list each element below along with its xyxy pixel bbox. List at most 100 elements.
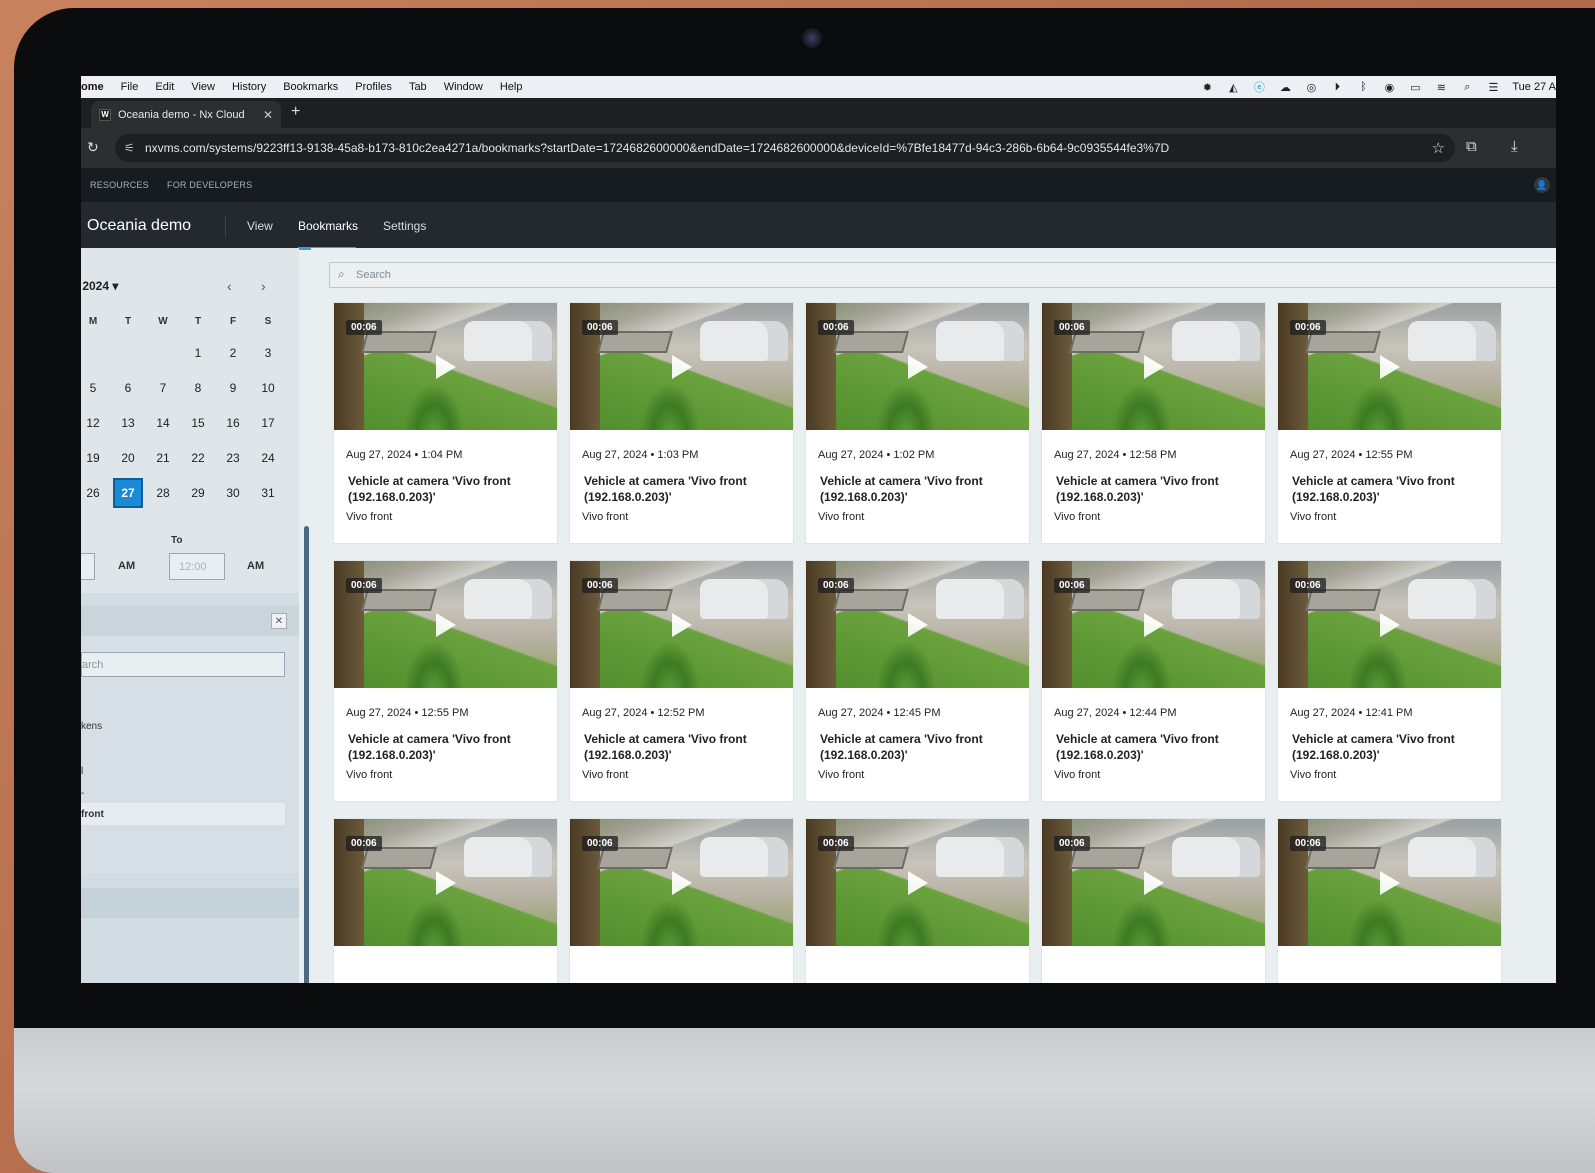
play-icon[interactable] (1380, 613, 1400, 637)
tab-settings[interactable]: Settings (383, 219, 426, 233)
control-center-icon[interactable]: ☰ (1486, 81, 1500, 94)
bookmark-search-input[interactable]: ⌕ Search (329, 262, 1556, 288)
to-ampm-toggle[interactable]: AM (247, 560, 264, 572)
cloud-sync-icon[interactable]: ☁ (1278, 81, 1292, 94)
menu-history[interactable]: History (232, 81, 266, 93)
reload-icon[interactable]: ↻ (87, 139, 99, 156)
calendar-day[interactable]: 31 (253, 478, 283, 508)
play-icon[interactable] (672, 613, 692, 637)
bookmark-card[interactable]: 00:06 Aug 27, 2024 • 12:58 PM Vehicle at c… (1041, 302, 1266, 544)
calendar-day[interactable]: 15 (183, 408, 213, 438)
bookmark-card[interactable]: 00:06 (1277, 818, 1502, 983)
bookmark-thumbnail[interactable]: 00:06 (1278, 819, 1501, 946)
play-icon[interactable] (672, 355, 692, 379)
calendar-day[interactable]: 14 (148, 408, 178, 438)
play-icon[interactable] (1380, 355, 1400, 379)
address-bar[interactable]: ⚟ nxvms.com/systems/9223ff13-9138-45a8-b… (115, 134, 1455, 162)
bookmark-thumbnail[interactable]: 00:06 (1042, 819, 1265, 946)
user-avatar[interactable]: 👤 (1534, 177, 1550, 193)
tab-bookmarks[interactable]: Bookmarks (298, 219, 358, 233)
play-icon[interactable] (436, 355, 456, 379)
month-selector[interactable]: ; 2024 ▾ (81, 279, 118, 293)
calendar-day[interactable]: 24 (253, 443, 283, 473)
calendar-day[interactable]: 6 (113, 373, 143, 403)
play-icon[interactable] (436, 613, 456, 637)
bookmark-card[interactable]: 00:06 Aug 27, 2024 • 12:52 PM Vehicle at c… (569, 560, 794, 802)
filter-item-selected[interactable]: front (81, 803, 285, 825)
calendar-day[interactable]: 3 (253, 338, 283, 368)
menu-file[interactable]: File (121, 81, 139, 93)
site-settings-icon[interactable]: ⚟ (124, 141, 135, 155)
bookmark-card[interactable]: 00:06 Aug 27, 2024 • 12:45 PM Vehicle at c… (805, 560, 1030, 802)
bookmark-thumbnail[interactable]: 00:06 (570, 561, 793, 688)
bookmark-star-icon[interactable]: ☆ (1432, 139, 1445, 157)
play-icon[interactable] (908, 355, 928, 379)
wifi-icon[interactable]: ≋ (1434, 81, 1448, 94)
calendar-day[interactable]: 12 (81, 408, 108, 438)
calendar-day[interactable]: 8 (183, 373, 213, 403)
chevron-right-icon[interactable]: › (261, 278, 266, 294)
airdrop-icon[interactable]: ◎ (1304, 81, 1318, 94)
menubar-clock[interactable]: Tue 27 A (1512, 81, 1556, 93)
bookmark-card[interactable]: 00:06 (1041, 818, 1266, 983)
bookmark-thumbnail[interactable]: 00:06 (334, 819, 557, 946)
resources-link[interactable]: RESOURCES (90, 180, 149, 190)
download-icon[interactable]: ⤓ (1511, 138, 1518, 155)
calendar-day[interactable]: 23 (218, 443, 248, 473)
spotlight-search-icon[interactable]: ⌕ (1460, 81, 1474, 93)
from-time-input[interactable] (81, 553, 95, 580)
calendar-day[interactable]: 10 (253, 373, 283, 403)
bookmark-thumbnail[interactable]: 00:06 (334, 303, 557, 430)
menu-tab[interactable]: Tab (409, 81, 427, 93)
circle-e-icon[interactable]: ⓔ (1252, 81, 1266, 94)
calendar-day[interactable]: 5 (81, 373, 108, 403)
calendar-day[interactable]: 29 (183, 478, 213, 508)
bookmark-card[interactable]: 00:06 Aug 27, 2024 • 1:04 PM Vehicle at ca… (333, 302, 558, 544)
chevron-left-icon[interactable]: ‹ (227, 278, 232, 294)
calendar-day[interactable]: 9 (218, 373, 248, 403)
bookmark-card[interactable]: 00:06 Aug 27, 2024 • 1:02 PM Vehicle at ca… (805, 302, 1030, 544)
play-icon[interactable] (1144, 871, 1164, 895)
filter-search-input[interactable]: arch (81, 652, 285, 677)
calendar-day[interactable]: 2 (218, 338, 248, 368)
menu-app-name[interactable]: ome (81, 81, 104, 93)
bookmark-thumbnail[interactable]: 00:06 (570, 303, 793, 430)
drive-icon[interactable]: ◭ (1226, 81, 1240, 94)
tab-view[interactable]: View (247, 219, 273, 233)
play-icon[interactable] (908, 871, 928, 895)
bookmark-thumbnail[interactable]: 00:06 (806, 561, 1029, 688)
bookmark-thumbnail[interactable]: 00:06 (570, 819, 793, 946)
close-tab-icon[interactable]: ✕ (263, 108, 273, 122)
url-text[interactable]: nxvms.com/systems/9223ff13-9138-45a8-b17… (145, 141, 1169, 155)
calendar-day[interactable]: 19 (81, 443, 108, 473)
calendar-day[interactable]: 1 (183, 338, 213, 368)
bookmark-thumbnail[interactable]: 00:06 (1042, 303, 1265, 430)
filter-item[interactable]: l (81, 766, 83, 777)
play-icon[interactable] (1144, 613, 1164, 637)
calendar-day[interactable]: 28 (148, 478, 178, 508)
bookmark-card[interactable]: 00:06 Aug 27, 2024 • 12:44 PM Vehicle at c… (1041, 560, 1266, 802)
menu-view[interactable]: View (191, 81, 215, 93)
calendar-day[interactable]: 7 (148, 373, 178, 403)
calendar-day-selected[interactable]: 27 (113, 478, 143, 508)
menu-bookmarks[interactable]: Bookmarks (283, 81, 338, 93)
bluetooth-icon[interactable]: ᛒ (1356, 81, 1370, 93)
bookmark-thumbnail[interactable]: 00:06 (1278, 561, 1501, 688)
bookmark-thumbnail[interactable]: 00:06 (806, 819, 1029, 946)
play-icon[interactable] (436, 871, 456, 895)
bookmark-card[interactable]: 00:06 Aug 27, 2024 • 12:41 PM Vehicle at c… (1277, 560, 1502, 802)
calendar-day[interactable]: 30 (218, 478, 248, 508)
bookmark-card[interactable]: 00:06 (333, 818, 558, 983)
calendar-day[interactable]: 21 (148, 443, 178, 473)
bookmark-card[interactable]: 00:06 (805, 818, 1030, 983)
user-circle-icon[interactable]: ◉ (1382, 81, 1396, 94)
sun-icon[interactable]: ✹ (1200, 81, 1214, 94)
play-circle-icon[interactable]: ⏵ (1330, 81, 1344, 93)
extensions-icon[interactable]: ⧉ (1466, 138, 1477, 155)
menu-help[interactable]: Help (500, 81, 523, 93)
bookmark-thumbnail[interactable]: 00:06 (334, 561, 557, 688)
calendar-day[interactable]: 16 (218, 408, 248, 438)
filter-item[interactable]: kens (81, 721, 102, 732)
to-time-input[interactable]: 12:00 (169, 553, 225, 580)
play-icon[interactable] (1380, 871, 1400, 895)
